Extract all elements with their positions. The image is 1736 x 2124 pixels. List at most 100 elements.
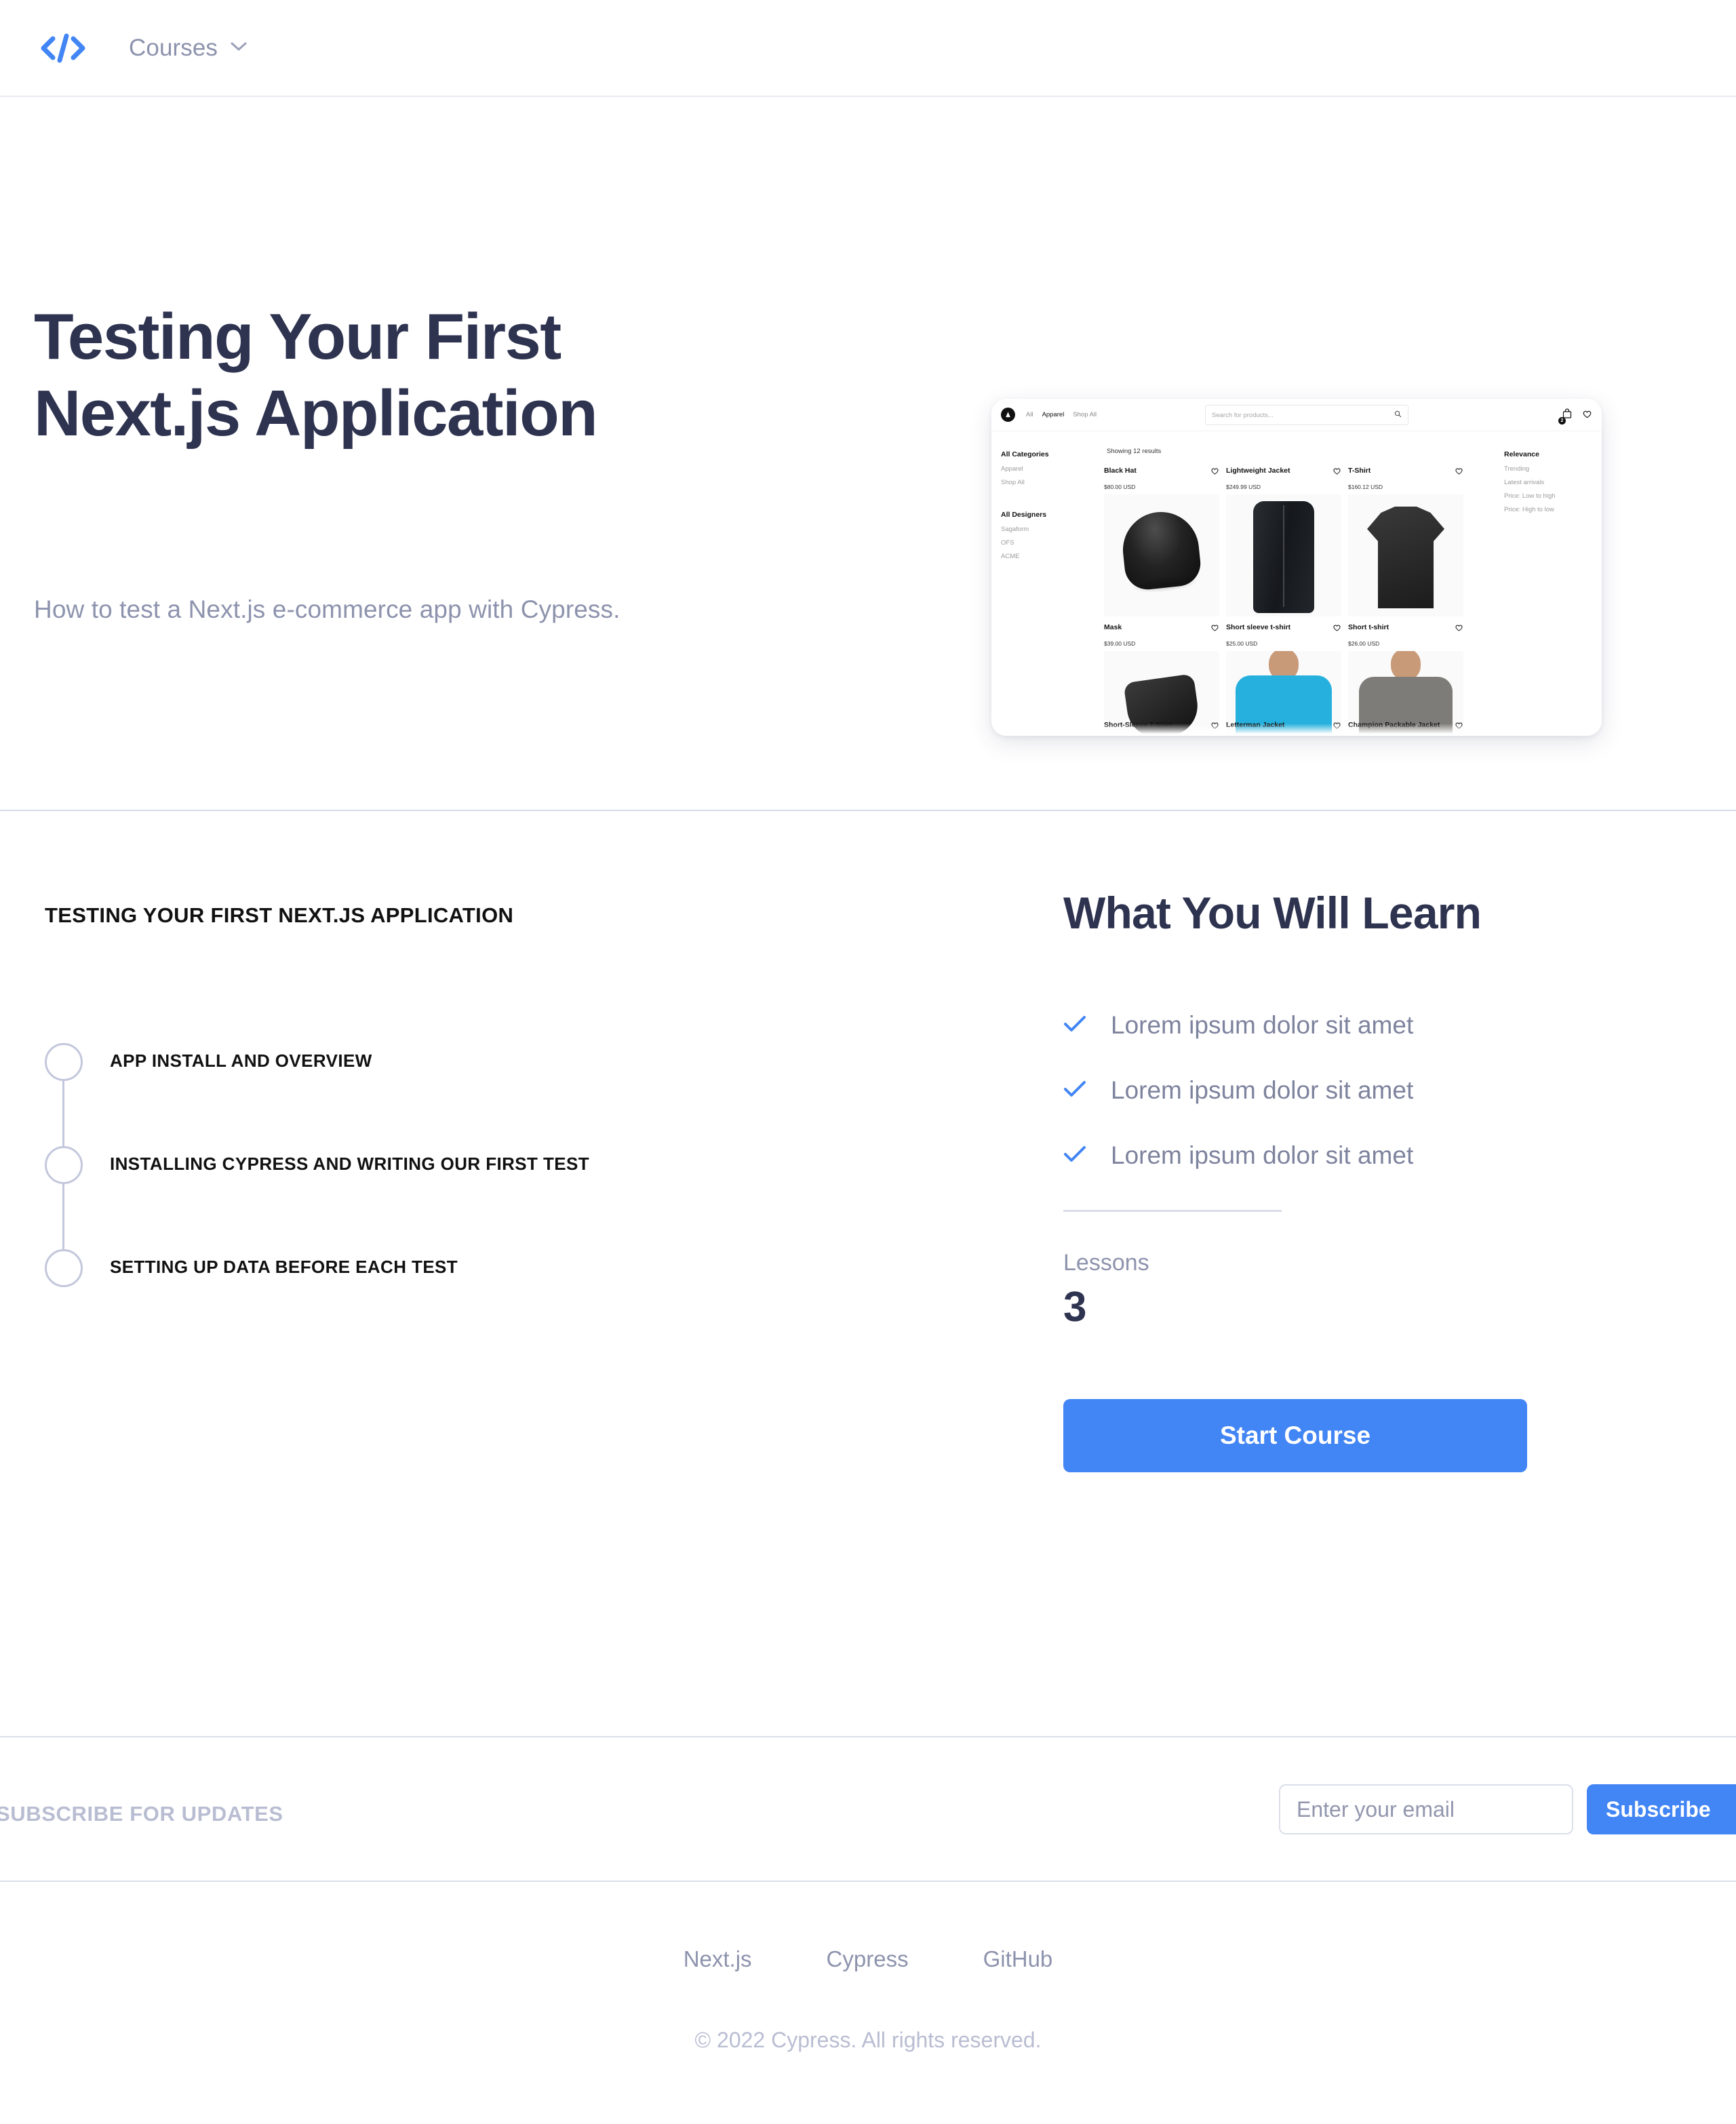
lesson-item[interactable]: INSTALLING CYPRESS AND WRITING OUR FIRST… [45, 1139, 859, 1249]
shot-nav-apparel[interactable]: Apparel [1042, 411, 1065, 418]
learn-benefit-item: Lorem ipsum dolor sit amet [1063, 993, 1538, 1058]
product-name: Short sleeve t-shirt [1226, 623, 1291, 631]
cart-badge: 2 [1558, 417, 1566, 425]
learn-benefits-list: Lorem ipsum dolor sit amet Lorem ipsum d… [1063, 993, 1538, 1188]
learn-benefit-text: Lorem ipsum dolor sit amet [1111, 1141, 1414, 1169]
shot-filter-sidebar: All Categories Apparel Shop All All Desi… [1001, 450, 1092, 566]
shot-category-shopall[interactable]: Shop All [1001, 479, 1092, 486]
heart-icon[interactable] [1582, 409, 1592, 422]
product-price: $26.00 USD [1348, 640, 1380, 647]
shot-category-apparel[interactable]: Apparel [1001, 465, 1092, 473]
curriculum-kicker: TESTING YOUR FIRST NEXT.JS APPLICATION [45, 903, 514, 927]
shot-top-icons: 2 [1558, 408, 1592, 425]
lesson-list: APP INSTALL AND OVERVIEW INSTALLING CYPR… [45, 1036, 859, 1345]
lesson-title: APP INSTALL AND OVERVIEW [110, 1050, 372, 1071]
lesson-item[interactable]: APP INSTALL AND OVERVIEW [45, 1036, 859, 1146]
shot-designer-acme[interactable]: ACME [1001, 553, 1092, 560]
learn-benefit-text: Lorem ipsum dolor sit amet [1111, 1076, 1414, 1104]
course-content-section: TESTING YOUR FIRST NEXT.JS APPLICATION A… [0, 812, 1736, 1736]
hero-title-line1: Testing Your First [34, 300, 561, 373]
lesson-title: SETTING UP DATA BEFORE EACH TEST [110, 1257, 458, 1277]
product-card[interactable]: Short sleeve t-shirt $25.00 USD [1226, 623, 1341, 736]
shot-designer-sagaform[interactable]: Sagaform [1001, 526, 1092, 533]
product-image [1226, 494, 1341, 616]
page-title: Testing Your First Next.js Application [34, 298, 848, 452]
shot-top-nav: All Apparel Shop All [1026, 411, 1097, 418]
shot-bottom-fade [991, 724, 1602, 736]
product-card[interactable]: Short t-shirt $26.00 USD [1348, 623, 1463, 736]
lessons-count-value: 3 [1063, 1284, 1087, 1331]
heart-icon[interactable] [1210, 467, 1219, 479]
lessons-count-label: Lessons [1063, 1250, 1149, 1276]
learn-heading: What You Will Learn [1063, 888, 1482, 938]
shot-nav-shopall[interactable]: Shop All [1073, 411, 1097, 418]
footer-links: Next.js Cypress GitHub [0, 1946, 1736, 1972]
product-price: $39.00 USD [1104, 640, 1136, 647]
product-price: $80.00 USD [1104, 484, 1136, 490]
shot-search-placeholder: Search for products... [1212, 411, 1274, 419]
footer-link-cypress[interactable]: Cypress [827, 1946, 909, 1972]
store-logo-icon [1001, 408, 1015, 422]
heart-icon[interactable] [1455, 467, 1463, 479]
hero-section: Testing Your First Next.js Application H… [0, 97, 1736, 811]
product-price: $160.12 USD [1348, 484, 1383, 490]
shot-sort-title: Relevance [1504, 450, 1539, 458]
lesson-title: INSTALLING CYPRESS AND WRITING OUR FIRST… [110, 1154, 589, 1174]
email-field[interactable] [1279, 1784, 1573, 1834]
heart-icon[interactable] [1455, 623, 1463, 635]
shot-designer-ofs[interactable]: OFS [1001, 539, 1092, 547]
copyright-text: © 2022 Cypress. All rights reserved. [694, 2028, 1042, 2052]
lesson-connector-line [62, 1081, 64, 1146]
lesson-item[interactable]: SETTING UP DATA BEFORE EACH TEST [45, 1242, 859, 1345]
code-brackets-icon-svg [41, 33, 85, 62]
chevron-down-icon [230, 41, 248, 55]
subscribe-label: SUBSCRIBE FOR UPDATES [0, 1802, 283, 1826]
product-price: $25.00 USD [1226, 640, 1258, 647]
shot-body: All Categories Apparel Shop All All Desi… [991, 431, 1602, 736]
subscribe-button[interactable]: Subscribe [1587, 1784, 1736, 1834]
shot-designers-group: All Designers Sagaform OFS ACME [1001, 511, 1092, 560]
site-header: Courses [0, 0, 1736, 97]
product-price: $249.99 USD [1226, 484, 1261, 490]
shot-sort-price-low[interactable]: Price: Low to high [1504, 492, 1592, 500]
start-course-button[interactable]: Start Course [1063, 1399, 1527, 1472]
product-card[interactable]: T-Shirt $160.12 USD [1348, 467, 1463, 616]
shot-sort-trending[interactable]: Trending [1504, 465, 1592, 473]
divider [1063, 1210, 1282, 1212]
check-icon [1063, 1080, 1086, 1102]
shot-designers-title: All Designers [1001, 511, 1047, 519]
footer-link-github[interactable]: GitHub [983, 1946, 1053, 1972]
lesson-status-circle-icon [45, 1146, 83, 1184]
heart-icon[interactable] [1333, 467, 1341, 479]
product-card[interactable]: Mask $39.00 USD [1104, 623, 1219, 736]
product-name: Mask [1104, 623, 1122, 631]
code-brackets-icon[interactable] [38, 29, 88, 67]
lesson-connector-line [62, 1184, 64, 1249]
shot-results-count: Showing 12 results [1107, 448, 1162, 455]
heart-icon[interactable] [1210, 623, 1219, 635]
hero-app-screenshot: All Apparel Shop All Search for products… [991, 399, 1602, 736]
cart-icon[interactable]: 2 [1558, 408, 1573, 425]
product-name: T-Shirt [1348, 467, 1371, 475]
shot-topbar: All Apparel Shop All Search for products… [991, 399, 1602, 431]
product-card[interactable]: Lightweight Jacket $249.99 USD [1226, 467, 1341, 616]
product-card[interactable]: Black Hat $80.00 USD [1104, 467, 1219, 616]
shot-sort-latest[interactable]: Latest arrivals [1504, 479, 1592, 486]
learn-benefit-item: Lorem ipsum dolor sit amet [1063, 1058, 1538, 1123]
search-icon [1394, 409, 1402, 421]
shot-product-grid: Black Hat $80.00 USD Lightweight Jacket … [1104, 467, 1463, 736]
shot-nav-all[interactable]: All [1026, 411, 1033, 418]
footer-link-nextjs[interactable]: Next.js [684, 1946, 752, 1972]
nav-item-courses[interactable]: Courses [129, 35, 248, 62]
hero-title-line2: Next.js Application [34, 377, 598, 450]
check-icon [1063, 1145, 1086, 1167]
product-name: Short t-shirt [1348, 623, 1389, 631]
learn-benefit-text: Lorem ipsum dolor sit amet [1111, 1011, 1414, 1039]
shot-categories-title: All Categories [1001, 450, 1049, 458]
nav-courses-label: Courses [129, 34, 218, 61]
product-name: Lightweight Jacket [1226, 467, 1290, 475]
heart-icon[interactable] [1333, 623, 1341, 635]
shot-search-input[interactable]: Search for products... [1205, 405, 1408, 425]
shot-sort-price-high[interactable]: Price: High to low [1504, 506, 1592, 513]
product-name: Black Hat [1104, 467, 1137, 475]
